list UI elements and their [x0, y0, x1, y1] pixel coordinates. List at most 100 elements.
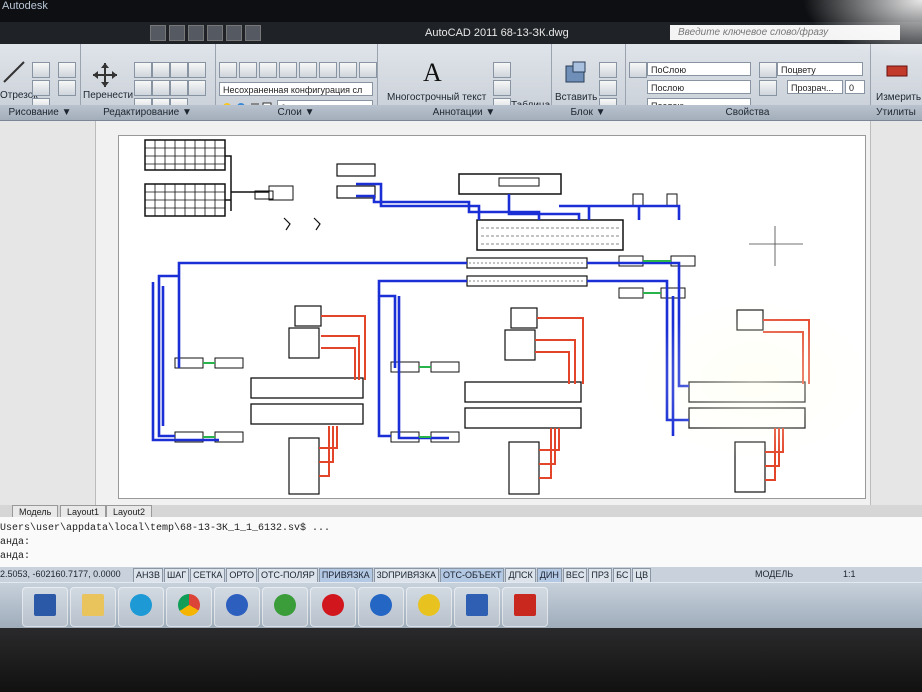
ribbon: Отрезок Рисование ▼ Перенести Редактиров…: [0, 44, 922, 121]
quick-access-toolbar: [150, 25, 261, 41]
edit-block-icon[interactable]: [599, 80, 617, 96]
circle-icon[interactable]: [32, 80, 50, 96]
batman-icon[interactable]: [406, 587, 452, 627]
insert-label[interactable]: Вставить: [555, 92, 597, 103]
annotation-group-label[interactable]: Аннотации ▼: [377, 105, 551, 120]
toggle-ducs[interactable]: ДПСК: [505, 568, 536, 583]
list-icon[interactable]: [759, 62, 777, 78]
trim-icon[interactable]: [152, 62, 170, 78]
plus-icon[interactable]: [214, 587, 260, 627]
rectangle-icon[interactable]: [58, 62, 76, 78]
layer-state-icon[interactable]: [239, 62, 257, 78]
quick-undo-icon[interactable]: [207, 25, 223, 41]
solar-wiring: [225, 155, 269, 211]
hatch-icon[interactable]: [58, 80, 76, 96]
color-select[interactable]: ПоСлою: [647, 62, 751, 76]
layer-isolate-icon[interactable]: [299, 62, 317, 78]
rotate-icon[interactable]: [134, 62, 152, 78]
chrome-icon[interactable]: [166, 587, 212, 627]
command-prompt[interactable]: анда:: [0, 551, 30, 562]
toggle-osnap[interactable]: ПРИВЯЗКА: [318, 568, 373, 583]
layer-config-select[interactable]: Несохраненная конфигурация сл: [219, 82, 373, 96]
properties-group-label[interactable]: Свойства: [625, 105, 870, 120]
insert-block-icon[interactable]: [563, 60, 589, 86]
layer-properties-icon[interactable]: [219, 62, 237, 78]
save-icon[interactable]: [22, 587, 68, 627]
solar-panel-top: [144, 139, 226, 171]
annotation-scale[interactable]: 1:1: [843, 569, 856, 579]
layer-off-icon[interactable]: [339, 62, 357, 78]
green-cables: [203, 260, 671, 438]
quick-open-icon[interactable]: [169, 25, 185, 41]
opera-blue-icon[interactable]: [358, 587, 404, 627]
measure-icon[interactable]: [886, 62, 908, 80]
toggle-grid[interactable]: СЕТКА: [190, 568, 226, 583]
polyline-icon[interactable]: [32, 62, 50, 78]
erase-icon[interactable]: [170, 62, 188, 78]
utorrent-icon[interactable]: [262, 587, 308, 627]
line-tool-icon[interactable]: [2, 60, 26, 84]
toggle-selection-cycling[interactable]: ЦВ: [632, 568, 652, 583]
opera-icon[interactable]: [310, 587, 356, 627]
offset-icon[interactable]: [188, 80, 206, 96]
toggle-3dosnap[interactable]: 3DПРИВЯЗКА: [373, 568, 439, 583]
layer-lock-icon[interactable]: [359, 62, 377, 78]
quick-redo-icon[interactable]: [226, 25, 242, 41]
measure-label[interactable]: Измерить: [876, 92, 921, 103]
app-logo: Autodesk: [2, 0, 48, 12]
model-space-button[interactable]: МОДЕЛЬ: [755, 569, 793, 579]
toggle-quick-props[interactable]: БС: [613, 568, 632, 583]
quick-save-icon[interactable]: [188, 25, 204, 41]
plot-style-select[interactable]: Поцвету: [777, 62, 863, 76]
create-block-icon[interactable]: [599, 62, 617, 78]
transparency-value[interactable]: 0: [845, 80, 865, 94]
explode-icon[interactable]: [188, 62, 206, 78]
linetype-select[interactable]: Послою: [647, 80, 751, 94]
toggle-otrack[interactable]: ОТС-ОБЪЕКТ: [439, 568, 505, 583]
toggle-snap-infer[interactable]: АНЗВ: [133, 568, 163, 583]
layers-group-label[interactable]: Слои ▼: [215, 105, 377, 120]
dimension-icon[interactable]: [493, 62, 511, 78]
draw-group-label[interactable]: Рисование ▼: [0, 105, 80, 120]
mtext-label[interactable]: Многострочный текст: [387, 92, 486, 103]
move-icon[interactable]: [92, 62, 118, 88]
status-bar: 2.5053, -602160.7177, 0.0000 АНЗВ ШАГ СЕ…: [0, 567, 922, 583]
drawing-sheet[interactable]: [118, 135, 866, 499]
copy-icon[interactable]: [134, 80, 152, 96]
ribbon-group-layers: Несохраненная конфигурация сл 0 Слои ▼: [215, 44, 378, 120]
window-title: AutoCAD 2011 68-13-ЗК.dwg: [425, 27, 569, 39]
ribbon-group-block: Вставить Блок ▼: [551, 44, 626, 120]
leader-icon[interactable]: [493, 80, 511, 96]
transparency-icon[interactable]: [759, 80, 777, 96]
quick-new-icon[interactable]: [150, 25, 166, 41]
cabinet-mid: [390, 307, 582, 495]
toggle-polar[interactable]: ОТС-ПОЛЯР: [258, 568, 318, 583]
toggle-dyn[interactable]: ДИН: [536, 568, 562, 583]
command-window[interactable]: Users\user\appdata\local\temp\68-13-ЗК_1…: [0, 517, 922, 567]
layer-match-icon[interactable]: [259, 62, 277, 78]
layer-previous-icon[interactable]: [279, 62, 297, 78]
quick-print-icon[interactable]: [245, 25, 261, 41]
modify-group-label[interactable]: Редактирование ▼: [80, 105, 215, 120]
mirror-icon[interactable]: [152, 80, 170, 96]
autocad-icon[interactable]: [502, 587, 548, 627]
mtext-icon[interactable]: A: [423, 58, 442, 88]
word-icon[interactable]: [454, 587, 500, 627]
left-panel: [0, 121, 96, 505]
drawing-area[interactable]: [0, 121, 922, 505]
transparency-label[interactable]: Прозрач...: [787, 80, 843, 94]
match-properties-icon[interactable]: [629, 62, 647, 78]
layer-freeze-icon[interactable]: [319, 62, 337, 78]
fillet-icon[interactable]: [170, 80, 188, 96]
toggle-ortho[interactable]: ОРТО: [226, 568, 258, 583]
toggle-transparency[interactable]: ПРЗ: [588, 568, 613, 583]
skype-icon[interactable]: [118, 587, 164, 627]
camera-symbols: [283, 217, 321, 231]
block-group-label[interactable]: Блок ▼: [551, 105, 625, 120]
explorer-icon[interactable]: [70, 587, 116, 627]
toggle-snap[interactable]: ШАГ: [163, 568, 190, 583]
coordinates-readout: 2.5053, -602160.7177, 0.0000: [0, 569, 121, 579]
utilities-group-label[interactable]: Утилиты: [870, 105, 922, 120]
top-devices: [336, 163, 678, 207]
toggle-lineweight[interactable]: ВЕС: [562, 568, 588, 583]
